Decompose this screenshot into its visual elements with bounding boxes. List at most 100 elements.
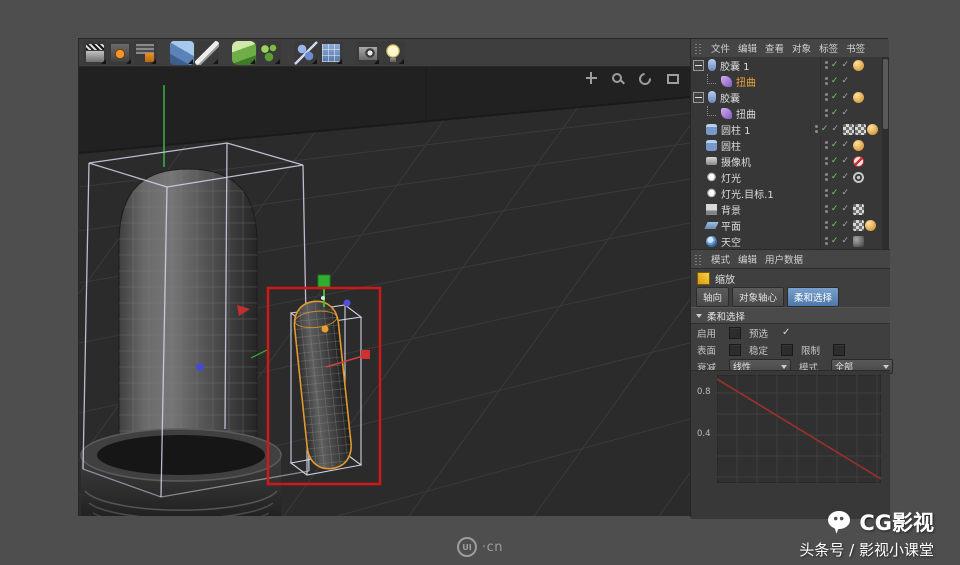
render-check-icon[interactable] (841, 205, 849, 214)
visibility-dots-icon[interactable] (824, 77, 828, 85)
phong-tag-icon[interactable] (865, 219, 876, 231)
visibility-dots-icon[interactable] (824, 93, 828, 101)
falloff-curve-canvas[interactable] (717, 375, 881, 483)
spline-primitive-icon[interactable] (294, 40, 318, 65)
cylinder-base[interactable] (80, 428, 282, 516)
maximize-icon[interactable] (665, 72, 680, 85)
expand-toggle[interactable] (693, 59, 704, 71)
enabled-check-icon[interactable] (831, 93, 839, 102)
big-capsule[interactable] (118, 168, 258, 463)
visibility-dots-icon[interactable] (824, 205, 828, 213)
object-label[interactable]: 摄像机 (721, 154, 751, 169)
render-view-icon[interactable] (83, 40, 107, 65)
visibility-dots-icon[interactable] (824, 173, 828, 181)
falloff-curve-editor[interactable]: 0.8 0.4 (691, 370, 890, 519)
expand-toggle[interactable] (707, 105, 716, 116)
object-icon[interactable] (704, 221, 719, 229)
visibility-dots-icon[interactable] (824, 237, 828, 245)
object-icon[interactable] (706, 123, 717, 135)
object-row[interactable]: 灯光 (691, 169, 883, 185)
subdivision-surface-icon[interactable] (232, 40, 256, 65)
x-axis-handle[interactable] (361, 350, 370, 359)
visibility-dots-icon[interactable] (824, 157, 828, 165)
pan-icon[interactable] (584, 72, 599, 85)
phong-tag-icon[interactable] (853, 59, 864, 71)
enabled-check-icon[interactable] (831, 173, 839, 182)
render-check-icon[interactable] (841, 61, 849, 70)
object-label[interactable]: 灯光 (721, 170, 741, 185)
texture-tag-icon[interactable] (843, 123, 854, 135)
restrict-checkbox[interactable] (833, 343, 845, 356)
expand-toggle[interactable] (693, 91, 704, 103)
render-check-icon[interactable] (841, 189, 849, 198)
no-draw-tag-icon[interactable] (853, 155, 864, 167)
render-check-icon[interactable] (841, 173, 849, 182)
panel-grip-icon[interactable] (695, 42, 703, 54)
visibility-dots-icon[interactable] (824, 109, 828, 117)
menu-item[interactable]: 用户数据 (761, 250, 807, 268)
light-icon[interactable] (381, 40, 405, 65)
visibility-dots-icon[interactable] (824, 189, 828, 197)
array-generator-icon[interactable] (257, 40, 281, 65)
phong-tag-icon[interactable] (853, 91, 864, 103)
render-check-icon[interactable] (841, 237, 849, 246)
y-axis-handle[interactable] (317, 274, 331, 288)
texture-tag-icon[interactable] (853, 219, 864, 231)
enabled-check-icon[interactable] (831, 157, 839, 166)
object-icon[interactable] (706, 203, 717, 215)
render-to-picture-viewer-icon[interactable] (108, 40, 132, 65)
object-manager-scrollbar[interactable] (882, 57, 889, 249)
menu-item[interactable]: 编辑 (734, 250, 761, 268)
render-settings-icon[interactable] (133, 40, 157, 65)
preselect-check-icon[interactable] (782, 327, 790, 338)
object-icon[interactable] (708, 59, 716, 71)
enabled-check-icon[interactable] (831, 61, 839, 70)
noise-tag-icon[interactable] (853, 235, 864, 247)
object-row[interactable]: 圆柱 1 (691, 121, 883, 137)
render-check-icon[interactable] (841, 93, 849, 102)
object-row[interactable]: 平面 (691, 217, 883, 233)
visibility-dots-icon[interactable] (814, 125, 818, 133)
surface-checkbox[interactable] (729, 343, 741, 356)
object-icon[interactable] (721, 107, 732, 119)
render-check-icon[interactable] (841, 141, 849, 150)
target-tag-icon[interactable] (853, 171, 864, 183)
object-icon[interactable] (706, 235, 717, 247)
menu-item[interactable]: 对象 (788, 39, 815, 57)
object-row[interactable]: 扭曲 (691, 73, 883, 89)
visibility-dots-icon[interactable] (824, 61, 828, 69)
object-row[interactable]: 胶囊 (691, 89, 883, 105)
object-icon[interactable] (706, 171, 717, 183)
object-row[interactable]: 摄像机 (691, 153, 883, 169)
object-label[interactable]: 胶囊 1 (720, 58, 750, 73)
visibility-dots-icon[interactable] (824, 221, 828, 229)
object-label[interactable]: 胶囊 (720, 90, 740, 105)
enabled-check-icon[interactable] (831, 237, 839, 246)
render-check-icon[interactable] (831, 125, 839, 134)
enabled-check-icon[interactable] (831, 189, 839, 198)
object-icon[interactable] (708, 91, 716, 103)
menu-item[interactable]: 标签 (815, 39, 842, 57)
visibility-dots-icon[interactable] (824, 141, 828, 149)
expand-toggle[interactable] (707, 73, 716, 84)
camera-icon[interactable] (356, 40, 380, 65)
object-label[interactable]: 扭曲 (736, 74, 756, 89)
object-label[interactable]: 平面 (721, 218, 741, 233)
panel-grip-icon[interactable] (695, 253, 703, 265)
plane-handle-blue[interactable] (196, 363, 204, 371)
enabled-check-icon[interactable] (831, 205, 839, 214)
enable-checkbox[interactable] (729, 326, 741, 339)
viewport-canvas[interactable] (79, 67, 690, 516)
attribute-tab[interactable]: 轴向 (696, 287, 730, 307)
attribute-tab[interactable]: 对象轴心 (732, 287, 785, 307)
enabled-check-icon[interactable] (831, 141, 839, 150)
object-label[interactable]: 圆柱 1 (721, 122, 751, 137)
enabled-check-icon[interactable] (831, 109, 839, 118)
enabled-check-icon[interactable] (831, 221, 839, 230)
object-icon[interactable] (706, 187, 717, 199)
object-row[interactable]: 天空 (691, 233, 883, 249)
render-check-icon[interactable] (841, 157, 849, 166)
section-header[interactable]: 柔和选择 (691, 307, 890, 324)
object-label[interactable]: 灯光.目标.1 (721, 186, 774, 201)
object-row[interactable]: 圆柱 (691, 137, 883, 153)
